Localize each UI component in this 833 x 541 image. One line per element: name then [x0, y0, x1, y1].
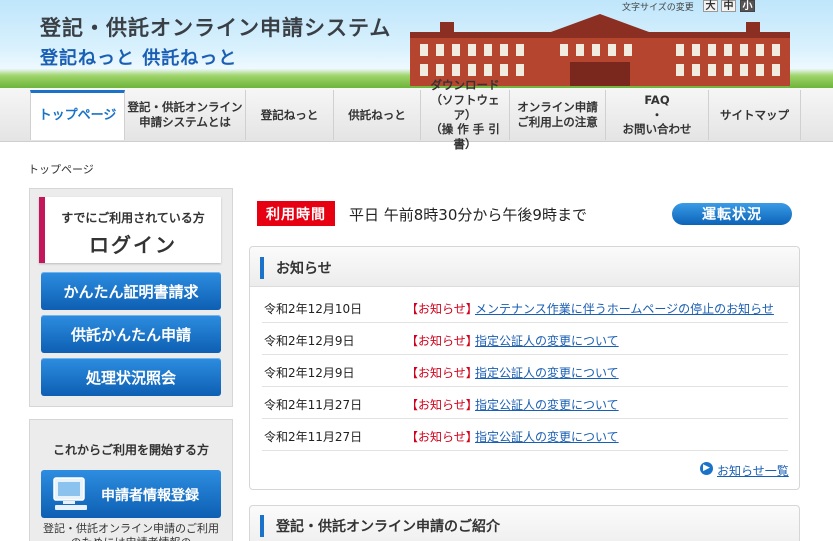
hours-tag: 利用時間 — [257, 201, 335, 226]
nav-faq[interactable]: FAQ ・ お問い合わせ — [606, 90, 709, 140]
news-tag: 【お知らせ】 — [406, 366, 478, 380]
kyotaku-easy-button[interactable]: 供託かんたん申請 — [41, 315, 221, 353]
heading-accent — [260, 257, 264, 279]
site-subtitle: 登記ねっと 供託ねっと — [40, 48, 238, 69]
news-row: 令和2年12月9日 【お知らせ】 指定公証人の変更について — [262, 323, 788, 355]
register-description: 登記・供託オンライン申請のご利用のためには申請者情報の — [43, 522, 219, 541]
news-header: お知らせ — [250, 247, 799, 287]
nav-sitemap[interactable]: サイトマップ — [709, 90, 801, 140]
breadcrumb: トップページ — [28, 163, 94, 176]
news-date: 令和2年12月10日 — [264, 302, 363, 316]
building-image — [410, 14, 790, 86]
page: 登記・供託オンライン申請システム 登記ねっと 供託ねっと 文字サイズの変更 大 … — [0, 0, 833, 541]
login-caption: すでにご利用されている方 — [61, 211, 205, 225]
news-box: お知らせ 令和2年12月10日 【お知らせ】 メンテナンス作業に伴うホームページ… — [249, 246, 800, 490]
news-date: 令和2年11月27日 — [264, 430, 363, 444]
font-size-large-button[interactable]: 大 — [703, 0, 718, 12]
news-row: 令和2年11月27日 【お知らせ】 指定公証人の変更について — [262, 419, 788, 451]
news-tag: 【お知らせ】 — [406, 430, 478, 444]
font-size-small-button[interactable]: 小 — [740, 0, 755, 12]
news-link[interactable]: 指定公証人の変更について — [475, 428, 619, 445]
hours-text: 平日 午前8時30分から午後9時まで — [349, 206, 587, 224]
heading-accent — [260, 515, 264, 537]
news-tag: 【お知らせ】 — [406, 398, 478, 412]
computer-icon — [53, 477, 87, 510]
nav-download[interactable]: ダウンロード （ソフトウェア） （操 作 手 引 書） — [421, 78, 510, 151]
nav-touki-net[interactable]: 登記ねっと — [246, 90, 334, 140]
login-label: ログイン — [89, 233, 177, 257]
news-date: 令和2年12月9日 — [264, 334, 355, 348]
register-label: 申請者情報登録 — [101, 488, 199, 504]
font-size-medium-button[interactable]: 中 — [721, 0, 736, 12]
site-header: 登記・供託オンライン申請システム 登記ねっと 供託ねっと 文字サイズの変更 大 … — [0, 0, 833, 88]
status-inquiry-button[interactable]: 処理状況照会 — [41, 358, 221, 396]
nav-about-system[interactable]: 登記・供託オンライン 申請システムとは — [125, 90, 246, 140]
news-row: 令和2年11月27日 【お知らせ】 指定公証人の変更について — [262, 387, 788, 419]
news-link[interactable]: メンテナンス作業に伴うホームページの停止のお知らせ — [475, 300, 774, 317]
intro-section: 登記・供託オンライン申請のご紹介 — [249, 505, 800, 541]
news-link[interactable]: 指定公証人の変更について — [475, 396, 619, 413]
start-title: これからご利用を開始する方 — [52, 443, 209, 457]
news-date: 令和2年12月9日 — [264, 366, 355, 380]
nav-top-page[interactable]: トップページ — [30, 90, 125, 140]
news-link[interactable]: 指定公証人の変更について — [475, 332, 619, 349]
news-row: 令和2年12月10日 【お知らせ】 メンテナンス作業に伴うホームページの停止のお… — [262, 291, 788, 323]
nav-notes[interactable]: オンライン申請 ご利用上の注意 — [510, 90, 606, 140]
global-nav: トップページ 登記・供託オンライン 申請システムとは 登記ねっと 供託ねっと ダ… — [0, 78, 833, 151]
news-link[interactable]: 指定公証人の変更について — [475, 364, 619, 381]
font-size-label: 文字サイズの変更 — [622, 3, 694, 13]
arrow-circle-icon: ▶ — [700, 462, 713, 475]
login-button[interactable]: すでにご利用されている方 ログイン — [39, 197, 221, 263]
news-row: 令和2年12月9日 【お知らせ】 指定公証人の変更について — [262, 355, 788, 387]
nav-kyotaku-net[interactable]: 供託ねっと — [334, 90, 421, 140]
site-title[interactable]: 登記・供託オンライン申請システム — [40, 12, 391, 42]
news-tag: 【お知らせ】 — [406, 334, 478, 348]
intro-title: 登記・供託オンライン申請のご紹介 — [276, 519, 500, 535]
easy-certificate-button[interactable]: かんたん証明書請求 — [41, 272, 221, 310]
register-button[interactable]: 申請者情報登録 — [41, 470, 221, 518]
news-tag: 【お知らせ】 — [406, 302, 478, 316]
news-title: お知らせ — [276, 261, 332, 277]
news-list-link[interactable]: お知らせ一覧 — [717, 462, 789, 479]
news-date: 令和2年11月27日 — [264, 398, 363, 412]
operation-status-button[interactable]: 運転状況 — [672, 203, 792, 225]
